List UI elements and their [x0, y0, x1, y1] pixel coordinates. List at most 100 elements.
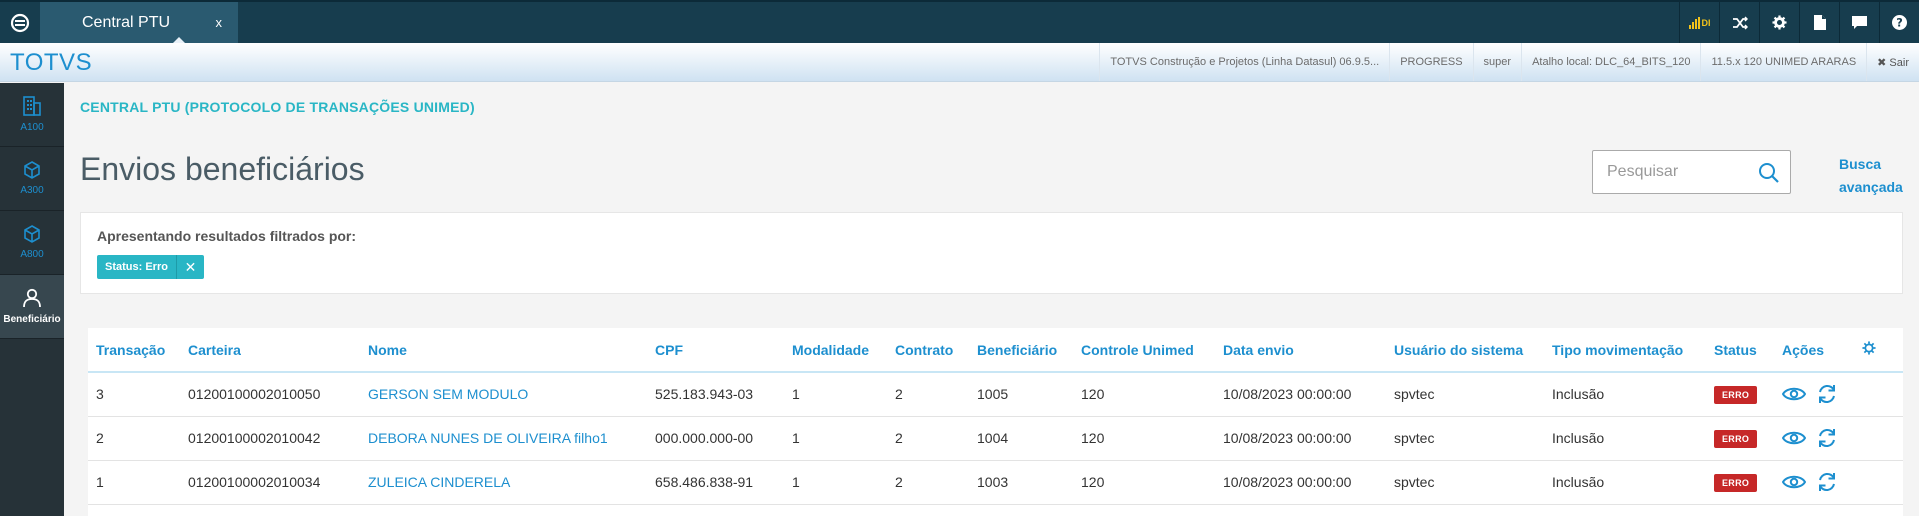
- tab-label: Central PTU: [82, 13, 171, 31]
- filter-chip-status: Status: Erro ✕: [97, 255, 204, 279]
- chat-icon[interactable]: [1839, 2, 1879, 43]
- close-icon[interactable]: ✕: [175, 255, 204, 279]
- cell-cpf: 658.486.838-91: [647, 460, 784, 505]
- cell-beneficiario: 1003: [969, 460, 1073, 505]
- column-transacao[interactable]: Transação: [88, 328, 180, 373]
- eye-icon[interactable]: [1782, 430, 1806, 446]
- cell-transacao: 2: [88, 416, 180, 461]
- table-row: 2 01200100002010042 DEBORA NUNES DE OLIV…: [88, 416, 1903, 461]
- cell-modalidade: 1: [784, 416, 887, 461]
- session-info: TOTVS Construção e Projetos (Linha Datas…: [1099, 43, 1919, 81]
- page-title: Envios beneficiários: [80, 151, 365, 187]
- cell-transacao: 1: [88, 460, 180, 505]
- gear-icon[interactable]: [1862, 341, 1876, 355]
- table-row: 1 01200100002010034 ZULEICA CINDERELA 65…: [88, 460, 1903, 505]
- cell-beneficiario: 1005: [969, 372, 1073, 417]
- refresh-icon[interactable]: [1816, 383, 1838, 405]
- connection-signal-icon[interactable]: DI: [1679, 2, 1719, 43]
- status-badge: ERRO: [1714, 429, 1758, 448]
- refresh-icon[interactable]: [1816, 471, 1838, 493]
- sidebar-item-label: Beneficiário: [3, 314, 61, 325]
- eye-icon[interactable]: [1782, 386, 1806, 402]
- column-contrato[interactable]: Contrato: [887, 328, 969, 373]
- filter-chip-label: Status: Erro: [105, 261, 168, 273]
- tab-close-icon[interactable]: x: [216, 15, 223, 30]
- cell-beneficiario: 1004: [969, 416, 1073, 461]
- cell-nome-link[interactable]: DEBORA NUNES DE OLIVEIRA filho1: [360, 416, 647, 461]
- filter-panel: Apresentando resultados filtrados por: S…: [80, 212, 1903, 294]
- sidebar-item-a800[interactable]: A800: [0, 211, 64, 275]
- cell-usuario: spvtec: [1386, 416, 1544, 461]
- column-settings[interactable]: [1862, 328, 1903, 373]
- info-database: PROGRESS: [1389, 43, 1472, 81]
- cell-nome-link[interactable]: GERSON SEM MODULO: [360, 372, 647, 417]
- column-beneficiario[interactable]: Beneficiário: [969, 328, 1073, 373]
- cell-controle: 120: [1073, 416, 1215, 461]
- building-icon: [23, 96, 41, 116]
- cell-transacao: 3: [88, 372, 180, 417]
- cell-carteira: 01200100002010034: [180, 460, 360, 505]
- sidebar-item-a100[interactable]: A100: [0, 83, 64, 147]
- document-icon[interactable]: [1799, 2, 1839, 43]
- shuffle-icon[interactable]: [1719, 2, 1759, 43]
- cell-tipo: Inclusão: [1544, 416, 1706, 461]
- column-nome[interactable]: Nome: [360, 328, 647, 373]
- user-icon: [23, 288, 41, 308]
- exit-button[interactable]: ✖ Sair: [1866, 43, 1919, 81]
- cell-data-envio: 10/08/2023 00:00:00: [1215, 460, 1386, 505]
- brand-bar: TOTVS TOTVS Construção e Projetos (Linha…: [0, 43, 1919, 82]
- cell-contrato: 2: [887, 460, 969, 505]
- main-content: CENTRAL PTU (PROTOCOLO DE TRANSAÇÕES UNI…: [64, 83, 1919, 516]
- column-carteira[interactable]: Carteira: [180, 328, 360, 373]
- refresh-icon[interactable]: [1816, 427, 1838, 449]
- top-toolbar: DI ?: [1679, 2, 1919, 43]
- tab-central-ptu[interactable]: Central PTU x: [40, 2, 238, 44]
- cell-usuario: spvtec: [1386, 460, 1544, 505]
- cell-modalidade: 1: [784, 372, 887, 417]
- cell-data-envio: 10/08/2023 00:00:00: [1215, 416, 1386, 461]
- table-header-row: Transação Carteira Nome CPF Modalidade C…: [88, 328, 1903, 373]
- column-controle-unimed[interactable]: Controle Unimed: [1073, 328, 1215, 373]
- svg-text:?: ?: [1896, 17, 1903, 30]
- cell-carteira: 01200100002010042: [180, 416, 360, 461]
- brand-logo: TOTVS: [10, 49, 93, 76]
- cell-carteira: 01200100002010050: [180, 372, 360, 417]
- column-cpf[interactable]: CPF: [647, 328, 784, 373]
- status-badge: ERRO: [1714, 385, 1758, 404]
- column-status[interactable]: Status: [1706, 328, 1774, 373]
- info-product: TOTVS Construção e Projetos (Linha Datas…: [1099, 43, 1389, 81]
- column-data-envio[interactable]: Data envio: [1215, 328, 1386, 373]
- sidebar-item-a300[interactable]: A300: [0, 147, 64, 211]
- advanced-search-link[interactable]: Busca avançada: [1839, 153, 1919, 199]
- cell-cpf: 525.183.943-03: [647, 372, 784, 417]
- breadcrumb[interactable]: CENTRAL PTU (PROTOCOLO DE TRANSAÇÕES UNI…: [80, 99, 475, 115]
- signal-label: DI: [1701, 17, 1711, 28]
- info-shortcut: Atalho local: DLC_64_BITS_120: [1521, 43, 1700, 81]
- cell-empty: [1862, 416, 1903, 461]
- cell-tipo: Inclusão: [1544, 372, 1706, 417]
- column-usuario[interactable]: Usuário do sistema: [1386, 328, 1544, 373]
- cell-status: ERRO: [1706, 460, 1774, 505]
- cell-status: ERRO: [1706, 416, 1774, 461]
- help-icon[interactable]: ?: [1879, 2, 1919, 43]
- cell-acoes: [1774, 416, 1862, 461]
- cell-acoes: [1774, 460, 1862, 505]
- cube-icon: [24, 225, 40, 243]
- cell-controle: 120: [1073, 460, 1215, 505]
- cell-contrato: 2: [887, 416, 969, 461]
- column-modalidade[interactable]: Modalidade: [784, 328, 887, 373]
- eye-icon[interactable]: [1782, 474, 1806, 490]
- cell-empty: [1862, 460, 1903, 505]
- cell-tipo: Inclusão: [1544, 460, 1706, 505]
- status-badge: ERRO: [1714, 473, 1758, 492]
- search-input[interactable]: [1607, 161, 1757, 183]
- results-table: Transação Carteira Nome CPF Modalidade C…: [88, 328, 1903, 516]
- column-tipo-movimentacao[interactable]: Tipo movimentação: [1544, 328, 1706, 373]
- sidebar: A100 A300 A800 Beneficiário: [0, 83, 64, 516]
- search-icon[interactable]: [1758, 162, 1780, 189]
- totvs-logo-icon[interactable]: [0, 2, 40, 43]
- cell-nome-link[interactable]: ZULEICA CINDERELA: [360, 460, 647, 505]
- cell-controle: 120: [1073, 372, 1215, 417]
- sidebar-item-beneficiario[interactable]: Beneficiário: [0, 275, 64, 339]
- gear-icon[interactable]: [1759, 2, 1799, 43]
